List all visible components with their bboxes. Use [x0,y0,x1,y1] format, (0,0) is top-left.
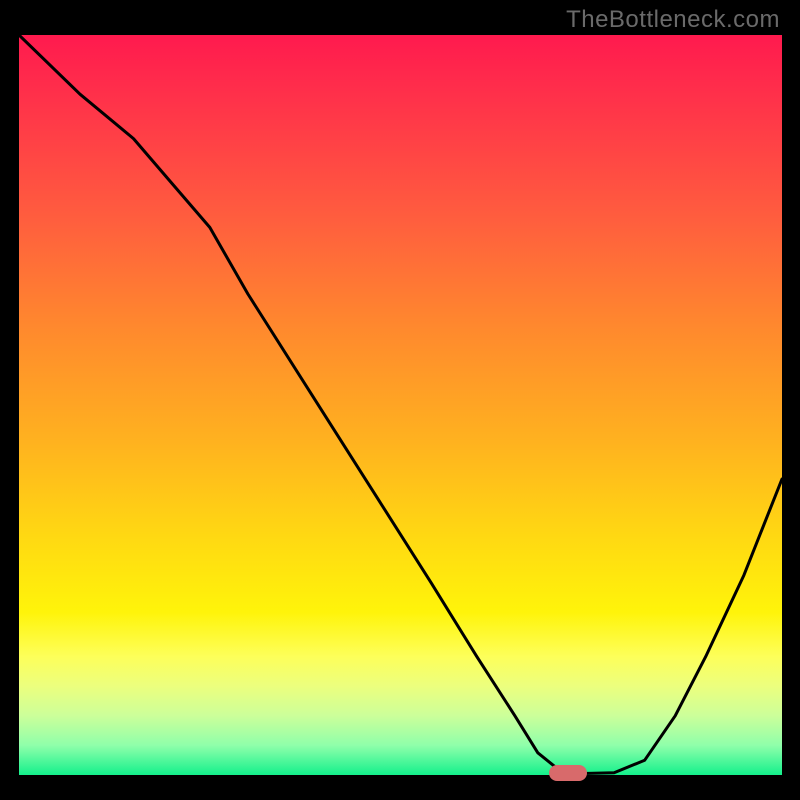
chart-background-gradient [19,35,782,775]
watermark-text: TheBottleneck.com [566,6,780,34]
chart-frame: TheBottleneck.com [0,0,800,800]
optimal-marker [549,765,587,781]
